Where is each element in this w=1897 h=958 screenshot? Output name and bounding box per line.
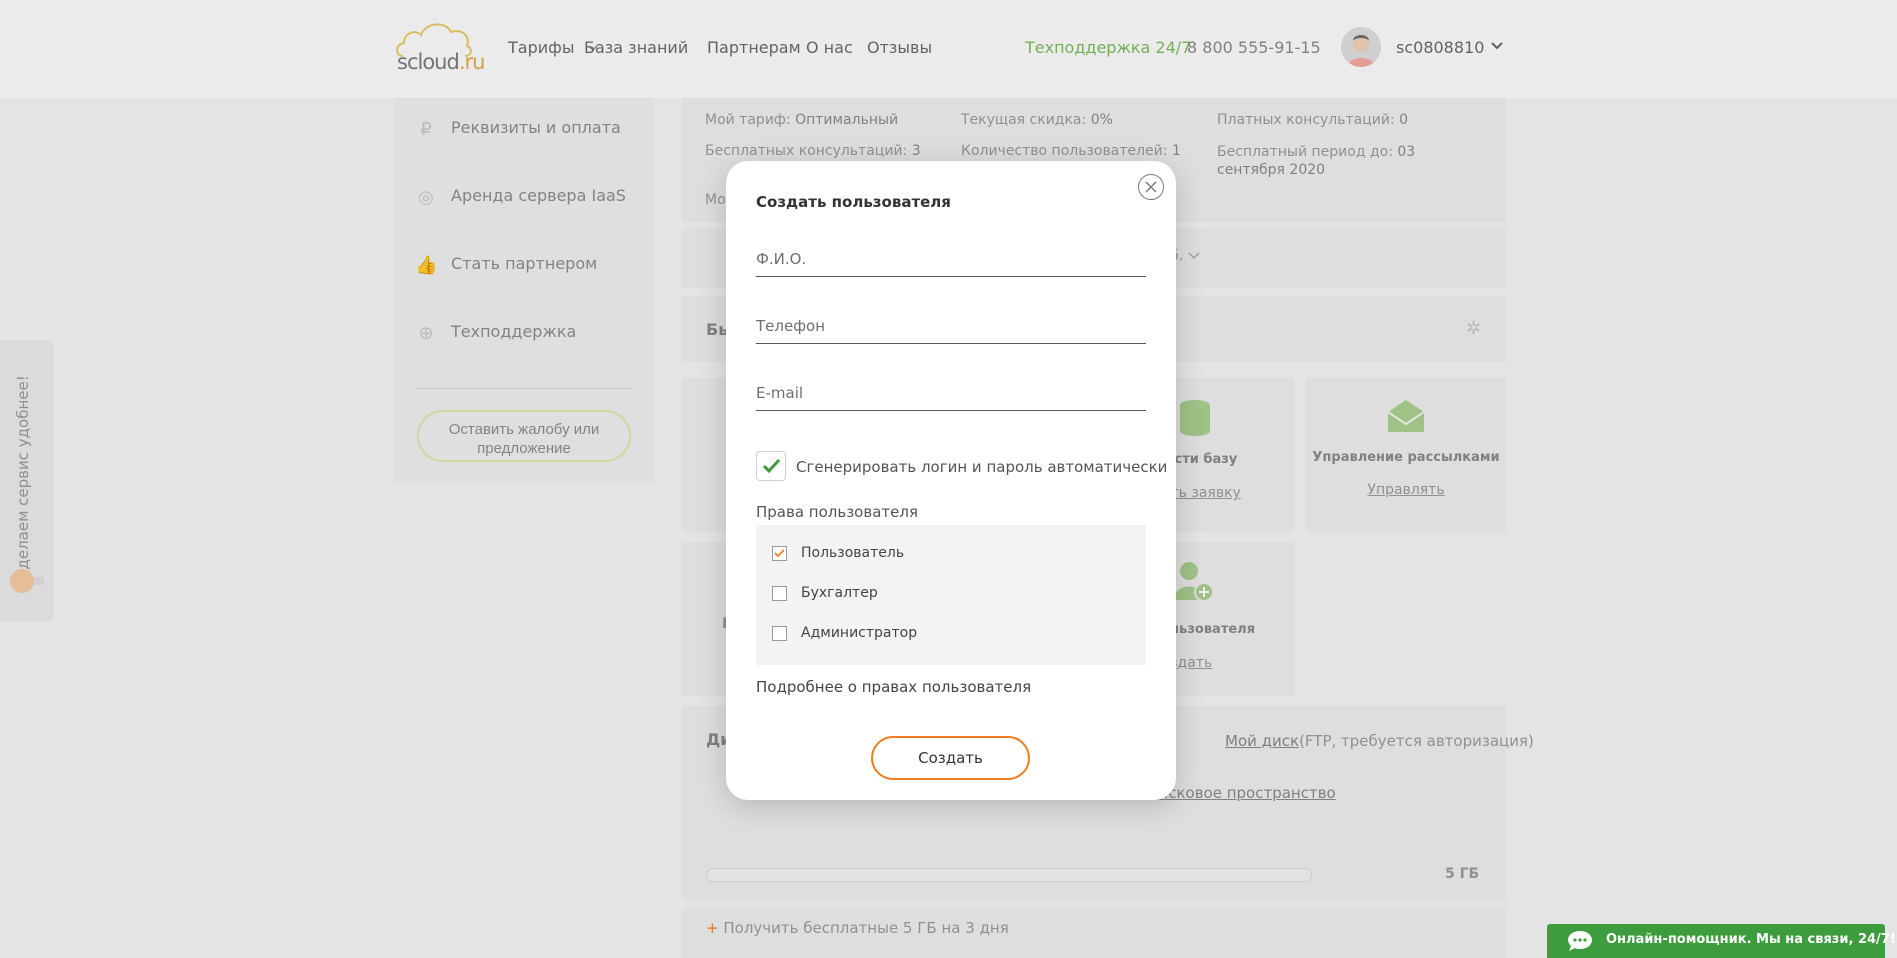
autogen-label: Сгенерировать логин и пароль автоматичес… xyxy=(796,458,1168,476)
close-button[interactable] xyxy=(1138,174,1164,200)
rights-title: Права пользователя xyxy=(756,503,918,521)
close-icon xyxy=(1145,181,1157,193)
role-user-checkbox[interactable] xyxy=(772,546,787,561)
modal-title: Создать пользователя xyxy=(756,193,951,211)
checkmark-icon xyxy=(762,458,781,474)
create-user-modal: Создать пользователя Сгенерировать логин… xyxy=(726,161,1176,800)
email-field[interactable] xyxy=(756,375,1146,411)
role-admin-checkbox[interactable] xyxy=(772,626,787,641)
autogen-checkbox[interactable] xyxy=(756,451,786,481)
fio-field[interactable] xyxy=(756,241,1146,277)
role-admin-label: Администратор xyxy=(801,625,918,641)
checkmark-icon xyxy=(774,549,785,558)
chat-label: Онлайн-помощник. Мы на связи, 24/7! xyxy=(1606,932,1896,947)
role-accountant-label: Бухгалтер xyxy=(801,585,878,601)
rights-list: Пользователь Бухгалтер Администратор xyxy=(756,525,1146,665)
create-button[interactable]: Создать xyxy=(871,736,1030,780)
role-accountant-checkbox[interactable] xyxy=(772,586,787,601)
rights-details-link[interactable]: Подробнее о правах пользователя xyxy=(756,678,1031,696)
phone-field[interactable] xyxy=(756,308,1146,344)
role-user-label: Пользователь xyxy=(801,545,905,561)
chat-bubble-icon xyxy=(1568,931,1592,951)
online-chat-button[interactable]: Онлайн-помощник. Мы на связи, 24/7! xyxy=(1547,924,1896,958)
